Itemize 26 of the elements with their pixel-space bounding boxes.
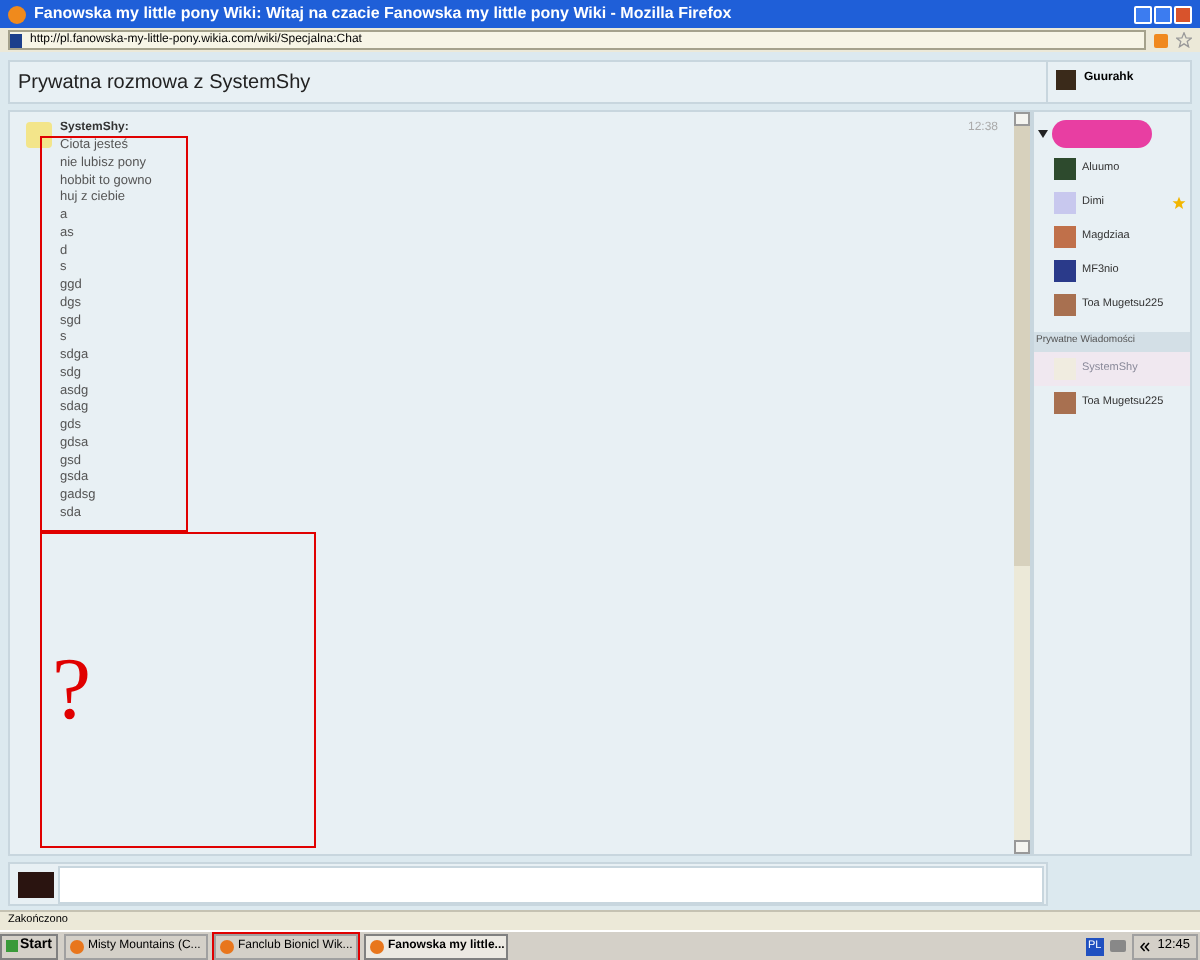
avatar-image bbox=[1054, 158, 1076, 180]
logo-image bbox=[1052, 120, 1152, 148]
browser-logo-icon bbox=[69, 939, 84, 953]
collapse-arrow-icon[interactable] bbox=[1038, 130, 1048, 138]
maximize-button[interactable] bbox=[1154, 5, 1172, 23]
window-title: Fanowska my little pony Wiki: Witaj na czacie Fanowska my little pony Wiki - Mozilla Firefox bbox=[34, 2, 734, 26]
star-icon[interactable] bbox=[1176, 32, 1192, 48]
avatar-image bbox=[1054, 294, 1076, 316]
chevron-icon[interactable] bbox=[1139, 941, 1150, 951]
avatar-image bbox=[1054, 226, 1076, 248]
minimize-button[interactable] bbox=[1134, 5, 1152, 23]
avatar-image bbox=[18, 871, 54, 897]
avatar-image bbox=[1056, 70, 1076, 90]
avatar-image bbox=[1054, 392, 1076, 414]
star-icon bbox=[1172, 196, 1186, 210]
browser-logo-icon bbox=[369, 939, 384, 953]
avatar-image bbox=[1054, 192, 1076, 214]
browser-logo-icon bbox=[219, 939, 234, 953]
close-button[interactable] bbox=[1174, 5, 1192, 23]
avatar-image bbox=[26, 122, 52, 148]
page-icon bbox=[10, 33, 22, 47]
chat-title: Prywatna rozmowa z SystemShy bbox=[18, 69, 311, 97]
avatar-image bbox=[1054, 260, 1076, 282]
windows-logo-icon bbox=[6, 940, 18, 952]
question-mark: ? bbox=[52, 646, 92, 734]
browser-logo-icon bbox=[8, 5, 26, 23]
